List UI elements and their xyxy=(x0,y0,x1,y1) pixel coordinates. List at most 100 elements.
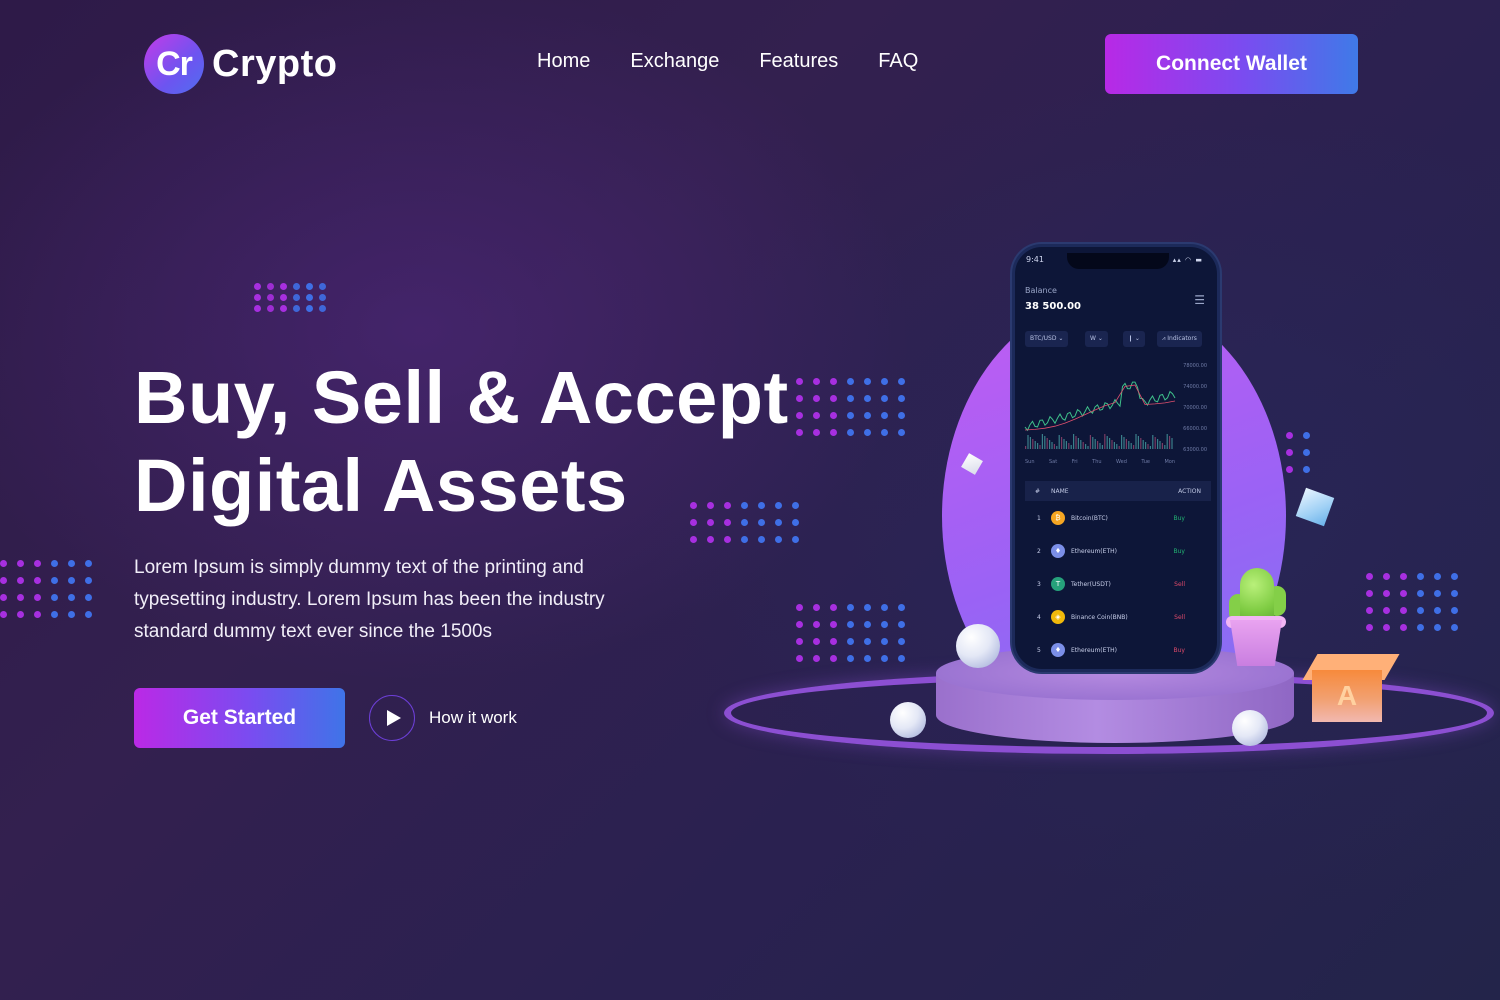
dot xyxy=(68,594,75,601)
coin-icon: ♦ xyxy=(1051,643,1065,657)
volume-bar xyxy=(1142,440,1144,449)
headline-line-1: Buy, Sell & Accept xyxy=(134,356,789,439)
balance-label: Balance xyxy=(1025,286,1057,295)
y-tick: 66000.00 xyxy=(1183,426,1207,432)
price-line xyxy=(1024,381,1176,432)
price-chart xyxy=(1024,381,1176,449)
coin-name: Bitcoin(BTC) xyxy=(1071,514,1108,522)
volume-bar xyxy=(1133,445,1135,449)
volume-bar xyxy=(1161,443,1163,449)
coin-action[interactable]: Buy xyxy=(1174,548,1185,555)
volume-bar xyxy=(1157,439,1159,449)
volume-bar xyxy=(1109,438,1111,449)
volume-bar xyxy=(1049,440,1051,449)
volume-bar xyxy=(1106,436,1108,449)
chart-type-select[interactable]: ❙ ⌄ xyxy=(1123,331,1145,347)
coin-icon: ♦ xyxy=(1051,544,1065,558)
phone-mockup: 9:41 ▴▴ ◠ ▬ Balance 38 500.00 ☰ BTC/USD … xyxy=(1012,244,1220,672)
coin-row[interactable]: 5 ♦ Ethereum(ETH) Buy xyxy=(1025,641,1211,659)
brand-name: Crypto xyxy=(212,42,338,85)
coin-name: Binance Coin(BNB) xyxy=(1071,613,1128,621)
balance-value: 38 500.00 xyxy=(1025,301,1081,312)
coin-action[interactable]: Buy xyxy=(1174,647,1185,654)
coin-row[interactable]: 1 ₿ Bitcoin(BTC) Buy xyxy=(1025,509,1211,527)
col-name: NAME xyxy=(1051,487,1069,495)
dot xyxy=(280,283,287,290)
play-icon[interactable] xyxy=(369,695,415,741)
dot xyxy=(280,294,287,301)
coin-table-header: # NAME ACTION xyxy=(1025,481,1211,501)
volume-bar xyxy=(1125,439,1127,449)
col-number: # xyxy=(1035,487,1041,495)
gem-decoration xyxy=(1295,487,1335,527)
dot xyxy=(0,611,7,618)
coin-icon: ₿ xyxy=(1051,511,1065,525)
coin-name: Ethereum(ETH) xyxy=(1071,547,1117,555)
coin-row[interactable]: 2 ♦ Ethereum(ETH) Buy xyxy=(1025,542,1211,560)
indicators-button[interactable]: ⩘ Indicators xyxy=(1157,331,1202,347)
volume-bar xyxy=(1068,443,1070,449)
coin-action[interactable]: Sell xyxy=(1174,581,1185,588)
dot xyxy=(17,611,24,618)
dot xyxy=(68,560,75,567)
dot xyxy=(254,305,261,312)
volume-bar xyxy=(1137,436,1139,449)
letter-block: A xyxy=(1312,670,1382,722)
coin-icon: T xyxy=(1051,577,1065,591)
pair-select[interactable]: BTC/USD ⌄ xyxy=(1025,331,1069,347)
coin-action[interactable]: Sell xyxy=(1174,614,1185,621)
nav-features[interactable]: Features xyxy=(759,50,838,73)
volume-bar xyxy=(1166,434,1168,449)
how-it-works-label: How it work xyxy=(429,708,517,727)
dot xyxy=(17,594,24,601)
x-tick: Wed xyxy=(1116,459,1127,465)
volume-bar xyxy=(1171,438,1173,449)
volume-bar xyxy=(1032,439,1034,449)
get-started-button[interactable]: Get Started xyxy=(134,688,345,748)
nav-faq[interactable]: FAQ xyxy=(878,50,918,73)
nav-home[interactable]: Home xyxy=(537,50,590,73)
how-it-works-link[interactable]: How it work xyxy=(369,695,517,741)
dot xyxy=(0,560,7,567)
coin-row[interactable]: 3 T Tether(USDT) Sell xyxy=(1025,575,1211,593)
volume-bar xyxy=(1039,445,1041,449)
x-tick: Sun xyxy=(1025,459,1035,465)
menu-icon[interactable]: ☰ xyxy=(1194,293,1205,307)
x-tick: Sat xyxy=(1049,459,1058,465)
dot xyxy=(34,560,41,567)
dot xyxy=(34,577,41,584)
coin-icon: ◈ xyxy=(1051,610,1065,624)
dot xyxy=(707,536,714,543)
y-tick: 70000.00 xyxy=(1183,405,1207,411)
volume-bar xyxy=(1063,439,1065,449)
volume-bar xyxy=(1025,446,1027,449)
dot xyxy=(51,560,58,567)
connect-wallet-button[interactable]: Connect Wallet xyxy=(1105,34,1358,94)
nav-exchange[interactable]: Exchange xyxy=(630,50,719,73)
coin-rank: 4 xyxy=(1037,613,1041,621)
volume-bar xyxy=(1075,436,1077,449)
volume-bar xyxy=(1164,445,1166,449)
y-tick: 63000.00 xyxy=(1183,447,1207,453)
volume-bar xyxy=(1077,438,1079,449)
dot-pattern xyxy=(254,283,326,312)
dot xyxy=(306,283,313,290)
volume-bar xyxy=(1044,436,1046,449)
coin-name: Ethereum(ETH) xyxy=(1071,646,1117,654)
flower-pot xyxy=(1230,620,1282,666)
volume-bar xyxy=(1121,435,1123,449)
interval-select[interactable]: W ⌄ xyxy=(1085,331,1108,347)
dot xyxy=(293,283,300,290)
brand-logo[interactable]: Cr Crypto xyxy=(144,34,337,94)
dot xyxy=(319,283,326,290)
dot-pattern xyxy=(0,560,92,618)
sphere-decoration xyxy=(1232,710,1268,746)
coin-action[interactable]: Buy xyxy=(1174,515,1185,522)
volume-bar xyxy=(1169,436,1171,449)
x-tick: Tue xyxy=(1141,459,1150,465)
hero-description: Lorem Ipsum is simply dummy text of the … xyxy=(134,557,605,642)
volume-bar xyxy=(1034,441,1036,449)
dot xyxy=(34,594,41,601)
dot xyxy=(319,294,326,301)
coin-row[interactable]: 4 ◈ Binance Coin(BNB) Sell xyxy=(1025,608,1211,626)
